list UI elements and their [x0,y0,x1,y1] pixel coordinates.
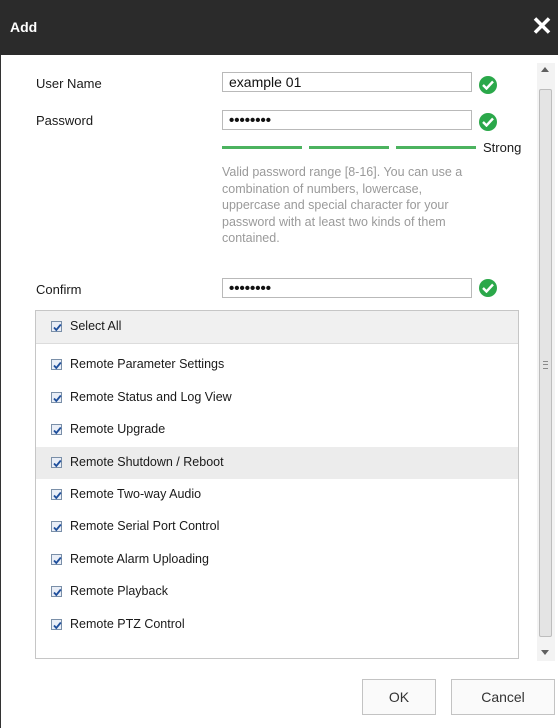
permission-item[interactable]: Remote Alarm Uploading [36,544,518,576]
permission-label: Remote Upgrade [70,422,166,436]
password-hint: Valid password range [8-16]. You can use… [222,165,463,245]
dialog-title: Add [10,19,38,35]
permission-label: Remote Alarm Uploading [70,552,209,566]
permission-label: Remote Parameter Settings [70,357,225,371]
scroll-down-icon[interactable] [541,650,549,655]
permission-checkbox[interactable] [51,359,62,370]
strength-segment-3 [396,146,476,149]
permission-item[interactable]: Remote Shutdown / Reboot [36,447,518,479]
dialog-titlebar: Add ✕ [0,0,558,55]
user-name-label: User Name [36,76,102,91]
permission-item[interactable]: Remote Serial Port Control [36,511,518,543]
permission-item[interactable]: Remote PTZ Control [36,609,518,641]
permission-label: Remote Status and Log View [70,390,232,404]
ok-button[interactable]: OK [362,679,436,715]
user-name-input[interactable] [222,72,472,92]
permission-list: Select All Remote Parameter Settings Rem… [35,310,519,659]
permission-label: Remote Shutdown / Reboot [70,455,224,469]
add-user-dialog: Add ✕ User Name Password Strong Valid pa… [0,0,558,728]
permission-checkbox[interactable] [51,619,62,630]
permission-checkbox[interactable] [51,392,62,403]
permission-item[interactable]: Remote Status and Log View [36,382,518,414]
grip-icon [543,361,548,369]
select-all-label: Select All [70,319,122,333]
check-circle-icon [479,279,497,297]
permission-label: Remote Serial Port Control [70,519,220,533]
permission-item[interactable]: Remote Upgrade [36,414,518,446]
permission-checkbox[interactable] [51,586,62,597]
scroll-up-icon[interactable] [541,67,549,72]
password-input[interactable] [222,110,472,130]
permission-checkbox[interactable] [51,521,62,532]
permission-label: Remote Two-way Audio [70,487,202,501]
scrollbar-thumb[interactable] [539,89,552,637]
permission-checkbox[interactable] [51,424,62,435]
vertical-scrollbar[interactable] [537,63,555,661]
permission-item[interactable]: Remote Parameter Settings [36,349,518,381]
permission-label: Remote PTZ Control [70,617,185,631]
check-circle-icon [479,76,497,94]
password-label: Password [36,113,94,128]
permission-checkbox[interactable] [51,554,62,565]
select-all-row[interactable]: Select All [36,311,518,344]
check-circle-icon [479,113,497,131]
close-icon[interactable]: ✕ [530,13,554,40]
password-strength-label: Strong [483,140,522,155]
dialog-border [0,55,1,728]
strength-segment-2 [309,146,389,149]
strength-segment-1 [222,146,302,149]
confirm-label: Confirm [36,282,82,297]
confirm-password-input[interactable] [222,278,472,298]
cancel-button[interactable]: Cancel [451,679,555,715]
permission-item[interactable]: Remote Playback [36,576,518,608]
permission-label: Remote Playback [70,584,168,598]
permission-item[interactable]: Remote Two-way Audio [36,479,518,511]
permission-checkbox[interactable] [51,457,62,468]
permission-checkbox[interactable] [51,489,62,500]
select-all-checkbox[interactable] [51,321,62,332]
